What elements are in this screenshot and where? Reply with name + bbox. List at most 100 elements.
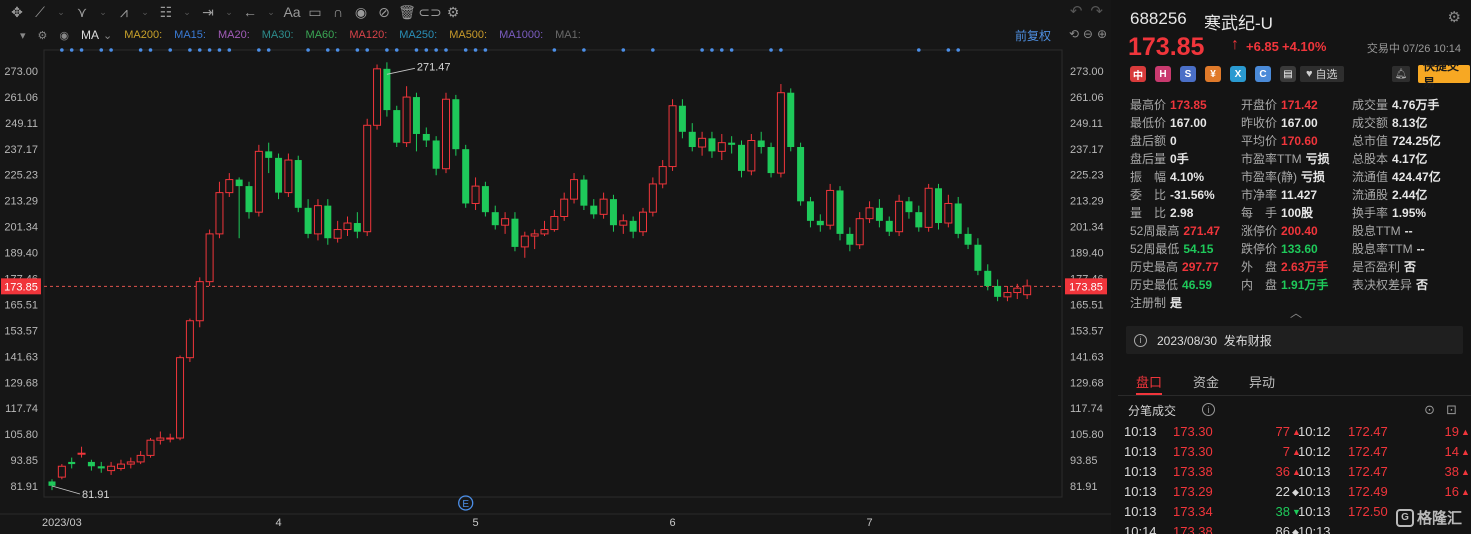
candle-body[interactable] <box>166 437 175 440</box>
trash-icon[interactable]: 🗑 <box>396 1 418 23</box>
market-badge[interactable]: S <box>1180 66 1196 82</box>
candle-body[interactable] <box>353 223 361 232</box>
tab-capital[interactable]: 资金 <box>1193 372 1219 391</box>
candle-body[interactable] <box>57 465 66 478</box>
indicator-name[interactable]: MA <box>81 28 99 42</box>
link-icon[interactable]: ⊂⊃ <box>418 1 441 23</box>
arrow-tool-icon[interactable]: ← <box>239 1 261 23</box>
candle-body[interactable] <box>393 110 401 143</box>
candle-body[interactable] <box>146 439 155 456</box>
market-badge[interactable]: ¥ <box>1205 66 1221 82</box>
tab-movements[interactable]: 异动 <box>1249 372 1275 391</box>
zoom-out-icon[interactable]: ⊖ <box>1083 27 1093 41</box>
bell-icon[interactable]: 🔔︎ <box>1392 66 1410 82</box>
crosshair-icon[interactable]: ✥ <box>6 1 28 23</box>
fib-tool-icon[interactable]: ☷ <box>155 1 177 23</box>
candle-body[interactable] <box>776 92 785 174</box>
undo-icon[interactable]: ↶ <box>1070 2 1083 20</box>
candle-body[interactable] <box>107 465 116 472</box>
candle-body[interactable] <box>530 233 539 237</box>
candle-body[interactable] <box>935 188 942 224</box>
candle-body[interactable] <box>658 166 667 185</box>
candle-body[interactable] <box>954 203 962 234</box>
candle-body[interactable] <box>68 461 76 465</box>
market-badge[interactable]: 中 <box>1130 66 1146 82</box>
candle-body[interactable] <box>284 159 293 194</box>
tab-order-book[interactable]: 盘口 <box>1136 372 1162 391</box>
candle-body[interactable] <box>846 233 854 245</box>
candle-body[interactable] <box>757 140 765 148</box>
magnet-icon[interactable]: ∩ <box>327 1 349 23</box>
ma-indicator-label[interactable]: MA250: <box>399 29 437 41</box>
candle-body[interactable] <box>294 160 302 208</box>
candle-body[interactable] <box>265 151 273 158</box>
dropdown-chevron-icon[interactable]: ⌄ <box>136 1 154 23</box>
candle-body[interactable] <box>915 212 923 228</box>
candle-body[interactable] <box>126 461 135 465</box>
ma-indicator-label[interactable]: MA60: <box>306 29 338 41</box>
candle-body[interactable] <box>422 133 430 141</box>
wave-tool-icon[interactable]: ⩘ <box>113 1 135 23</box>
candle-body[interactable] <box>698 137 707 148</box>
candle-body[interactable] <box>599 198 608 215</box>
add-watchlist-button[interactable]: ♥ 自选 <box>1300 66 1344 82</box>
candle-body[interactable] <box>806 201 814 221</box>
ma-indicator-label[interactable]: MA20: <box>218 29 250 41</box>
candle-body[interactable] <box>855 218 864 246</box>
candle-body[interactable] <box>895 200 904 233</box>
candle-body[interactable] <box>116 463 125 469</box>
candle-body[interactable] <box>225 179 234 194</box>
candle-body[interactable] <box>678 105 686 132</box>
candle-body[interactable] <box>254 150 263 213</box>
zoom-in-icon[interactable]: ⊕ <box>1097 27 1107 41</box>
candle-body[interactable] <box>964 233 972 245</box>
candle-body[interactable] <box>491 212 499 226</box>
visibility-icon[interactable]: ◉ <box>59 29 69 42</box>
text-tool-icon[interactable]: Aa <box>281 1 303 23</box>
plot-area[interactable] <box>43 49 1063 498</box>
candle-body[interactable] <box>816 220 824 226</box>
settings-icon[interactable]: ⚙ <box>442 1 464 23</box>
candle-body[interactable] <box>156 437 165 441</box>
line-tool-icon[interactable]: ⟋ <box>29 1 51 23</box>
redo-icon[interactable]: ↷ <box>1090 2 1103 20</box>
candle-body[interactable] <box>313 205 322 235</box>
collapse-icon[interactable]: ▾ <box>20 29 26 42</box>
fork-tool-icon[interactable]: ⋎ <box>71 1 93 23</box>
candle-body[interactable] <box>974 244 982 271</box>
candle-body[interactable] <box>994 286 1002 297</box>
candle-body[interactable] <box>747 139 756 172</box>
candle-body[interactable] <box>865 207 874 220</box>
candle-body[interactable] <box>481 186 489 213</box>
candle-body[interactable] <box>275 157 283 193</box>
candle-body[interactable] <box>688 131 696 148</box>
candle-body[interactable] <box>580 179 588 206</box>
candle-body[interactable] <box>235 179 243 187</box>
candle-body[interactable] <box>560 198 569 218</box>
indicator-dropdown-icon[interactable]: ⌄ <box>103 29 112 42</box>
candle-body[interactable] <box>826 189 835 226</box>
candle-body[interactable] <box>570 179 579 200</box>
candle-body[interactable] <box>648 183 657 213</box>
reset-icon[interactable]: ⟲ <box>1069 27 1079 41</box>
candle-body[interactable] <box>984 270 992 287</box>
market-badge[interactable]: X <box>1230 66 1246 82</box>
expand-icon[interactable]: ⊡ <box>1446 402 1457 418</box>
candle-body[interactable] <box>520 235 529 248</box>
candle-body[interactable] <box>767 147 775 174</box>
ma-indicator-label[interactable]: MA200: <box>124 29 162 41</box>
restore-adjust-button[interactable]: 前复权 <box>1015 27 1051 44</box>
candle-body[interactable] <box>738 144 745 171</box>
candle-body[interactable] <box>205 233 214 283</box>
dropdown-chevron-icon[interactable]: ⌄ <box>178 1 196 23</box>
candle-body[interactable] <box>550 216 559 231</box>
candle-body[interactable] <box>875 207 883 221</box>
candle-body[interactable] <box>797 147 805 202</box>
chart-pane[interactable]: 273.00 273.00 261.06 261.06 249.11 249.11 237.… <box>0 0 1111 534</box>
candle-body[interactable] <box>511 218 519 247</box>
candle-body[interactable] <box>905 201 913 213</box>
candle-body[interactable] <box>924 187 933 228</box>
market-badge[interactable]: H <box>1155 66 1171 82</box>
candle-body[interactable] <box>836 190 844 234</box>
candle-body[interactable] <box>1013 287 1022 294</box>
